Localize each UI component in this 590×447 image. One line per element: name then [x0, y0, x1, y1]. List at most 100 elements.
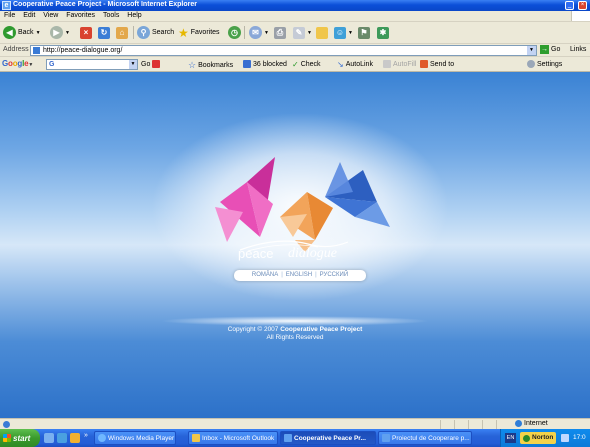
print-icon: ⎙ [274, 26, 286, 39]
forward-button[interactable]: ▶ ▼ [50, 25, 70, 40]
address-input[interactable]: http://peace-dialogue.org/ ▼ [30, 45, 537, 56]
home-button[interactable]: ⌂ [116, 25, 128, 40]
menu-edit[interactable]: Edit [23, 11, 35, 21]
settings-icon [527, 60, 535, 68]
ie-quicklaunch-icon[interactable] [57, 433, 67, 443]
discuss-button[interactable]: ✱ [377, 25, 389, 40]
menu-help[interactable]: Help [127, 11, 141, 21]
folder-button[interactable] [316, 25, 328, 40]
discuss-icon: ✱ [377, 26, 389, 39]
chevron-down-icon: ▼ [264, 29, 269, 36]
search-icon: ⚲ [137, 26, 150, 39]
autofill-button[interactable]: AutoFill [383, 60, 416, 68]
forward-arrow-icon: ▶ [50, 26, 63, 39]
ie-icon [382, 434, 390, 442]
show-desktop-icon[interactable] [44, 433, 54, 443]
media-quicklaunch-icon[interactable] [70, 433, 80, 443]
chevron-down-icon[interactable]: ▼ [129, 60, 137, 69]
send-to-label: Send to [430, 60, 455, 68]
security-zone[interactable]: Internet [515, 420, 548, 427]
chevron-down-icon[interactable]: ▼ [527, 46, 536, 55]
autofill-label: AutoFill [393, 60, 417, 68]
minimize-button[interactable]: _ [565, 1, 574, 10]
chevron-down-icon: ▼ [35, 29, 41, 36]
status-pane [468, 420, 481, 429]
norton-button[interactable]: Norton [520, 432, 557, 444]
favorites-button[interactable]: ★ Favorites [178, 25, 220, 40]
history-icon: ◷ [228, 26, 241, 39]
stop-button[interactable]: × [80, 25, 92, 40]
tray-app-icon[interactable] [561, 434, 569, 442]
autolink-button[interactable]: ↘ AutoLink [337, 60, 373, 69]
address-url[interactable]: http://peace-dialogue.org/ [43, 46, 122, 55]
page-status-icon [3, 421, 10, 428]
google-go-button[interactable]: Go [141, 60, 161, 68]
send-to-icon [420, 60, 428, 68]
peace-dialogue-logo[interactable]: peace dialogue [238, 238, 358, 270]
language-link-english[interactable]: ENGLISH [286, 272, 312, 278]
edit-button[interactable]: ✎ ▼ [293, 25, 312, 40]
task-outlook-inbox[interactable]: Inbox - Microsoft Outlook [188, 431, 278, 445]
links-button[interactable]: Links [570, 46, 586, 53]
go-button[interactable]: → Go [540, 45, 560, 54]
task-windows-media-player[interactable]: Windows Media Player [94, 431, 176, 445]
status-pane [454, 420, 467, 429]
print-button[interactable]: ⎙ [274, 25, 286, 40]
settings-button[interactable]: Settings [527, 60, 562, 68]
blocked-count: 36 blocked [253, 60, 287, 68]
language-link-russian[interactable]: РУССКИЙ [320, 272, 348, 278]
home-icon: ⌂ [116, 26, 128, 39]
language-selector: ROMÂNA | ENGLISH | РУССКИЙ [234, 270, 366, 281]
send-to-button[interactable]: Send to [420, 60, 454, 68]
copyright-notice: Copyright © 2007 Cooperative Peace Proje… [0, 326, 590, 342]
menu-tools[interactable]: Tools [103, 11, 119, 21]
search-button[interactable]: ⚲ Search [137, 25, 174, 40]
spell-check-button[interactable]: ✓ Check [292, 60, 321, 69]
media-player-icon [98, 434, 106, 442]
ie-icon: e [2, 1, 11, 10]
close-button[interactable]: × [578, 1, 587, 10]
copyright-org: Cooperative Peace Project [280, 326, 363, 333]
norton-label: Norton [532, 434, 554, 441]
autofill-icon [383, 60, 391, 68]
task-label: Cooperative Peace Pr... [294, 434, 366, 442]
language-indicator[interactable]: EN [505, 433, 516, 443]
chevron-down-icon: ▼ [65, 29, 70, 36]
menu-file[interactable]: File [4, 11, 15, 21]
menu-favorites[interactable]: Favorites [66, 11, 95, 21]
pink-crane-icon [215, 157, 275, 242]
research-button[interactable]: ⚑ [358, 25, 370, 40]
back-button[interactable]: ◀ Back ▼ [3, 25, 41, 40]
menu-view[interactable]: View [43, 11, 58, 21]
status-pane [482, 420, 495, 429]
language-link-romana[interactable]: ROMÂNA [252, 272, 278, 278]
check-label: Check [300, 61, 321, 68]
system-tray: EN Norton 17:0 [500, 429, 590, 447]
chevron-down-icon: ▼ [307, 29, 312, 36]
logo-dialogue-text: dialogue [288, 246, 337, 261]
bookmarks-button[interactable]: ☆ Bookmarks [188, 60, 233, 71]
clock[interactable]: 17:0 [573, 434, 586, 441]
google-logo[interactable]: Google▼ [2, 59, 33, 68]
address-bar: Address http://peace-dialogue.org/ ▼ → G… [0, 44, 590, 57]
messenger-button[interactable]: ☺ ▼ [334, 25, 353, 40]
popup-blocker-button[interactable]: 36 blocked [243, 60, 287, 68]
back-arrow-icon: ◀ [3, 26, 16, 39]
history-button[interactable]: ◷ [228, 25, 241, 40]
back-label: Back [18, 29, 34, 36]
refresh-button[interactable]: ↻ [98, 25, 110, 40]
go-arrow-icon: → [540, 45, 549, 54]
google-search-input[interactable]: G ▼ [46, 59, 138, 70]
task-cooperative-peace[interactable]: Cooperative Peace Pr... [280, 431, 376, 445]
standard-toolbar: ◀ Back ▼ ▶ ▼ × ↻ ⌂ ⚲ Search ★ Favorites … [0, 22, 590, 44]
windows-logo-icon [571, 11, 590, 21]
address-label: Address [3, 46, 29, 53]
popup-blocked-icon [243, 60, 251, 68]
start-button[interactable]: start [0, 429, 40, 447]
google-search-value[interactable]: G [49, 60, 54, 69]
quicklaunch-overflow-icon[interactable]: » [84, 432, 88, 439]
title-bar[interactable]: e Cooperative Peace Project - Microsoft … [0, 0, 590, 11]
mail-icon: ✉ [249, 26, 262, 39]
task-proiectul[interactable]: Proiectul de Cooperare p... [378, 431, 472, 445]
mail-button[interactable]: ✉ ▼ [249, 25, 269, 40]
